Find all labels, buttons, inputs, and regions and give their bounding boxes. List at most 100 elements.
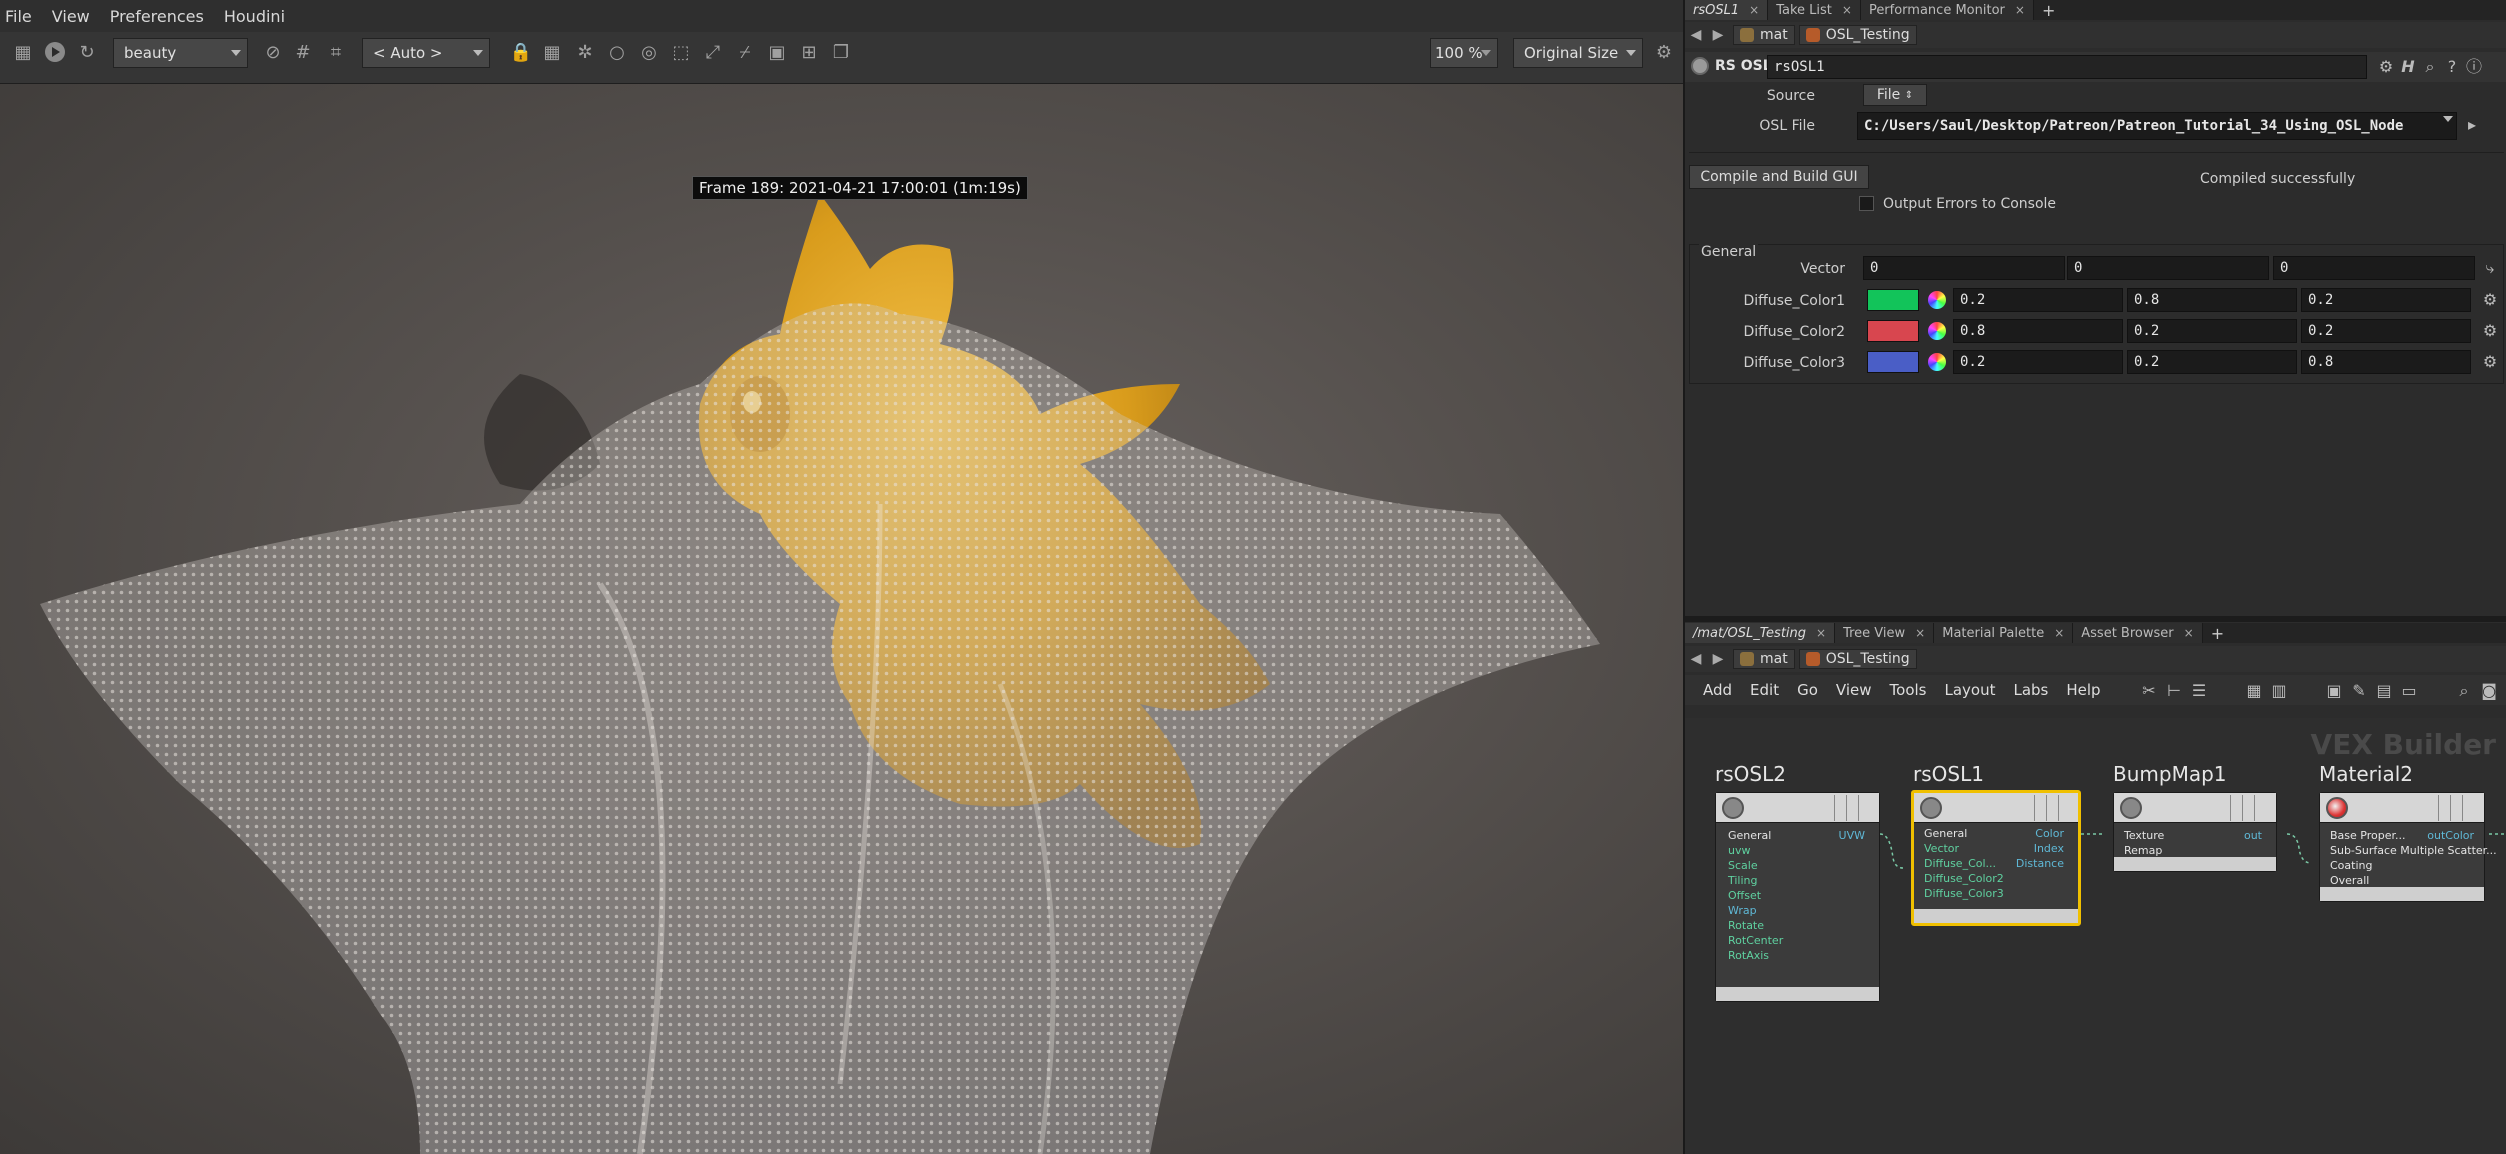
grid-icon[interactable]: #	[292, 41, 314, 63]
menu-preferences[interactable]: Preferences	[110, 7, 204, 26]
port-in-uvw[interactable]: uvw	[1728, 844, 1750, 857]
back-arrow-icon[interactable]: ◀	[1685, 27, 1707, 43]
port-out-distance[interactable]: Distance	[2016, 857, 2064, 870]
forward-arrow-icon[interactable]: ▶	[1707, 651, 1729, 667]
camera-icon[interactable]: ◙	[2480, 682, 2498, 700]
diffuse-color3-g-field[interactable]: 0.2	[2127, 350, 2297, 374]
size-mode-dropdown[interactable]: Original Size	[1513, 38, 1643, 68]
port-in-base-properties[interactable]: Base Proper...	[2330, 829, 2406, 842]
breadcrumb-network[interactable]: OSL_Testing	[1798, 649, 1917, 669]
diffuse-color1-b-field[interactable]: 0.2	[2301, 288, 2471, 312]
menu-help[interactable]: Help	[2066, 681, 2100, 699]
diffuse-color1-g-field[interactable]: 0.8	[2127, 288, 2297, 312]
fit-icon[interactable]: ⤢	[702, 41, 724, 63]
render-play-icon[interactable]	[44, 41, 66, 63]
camera-dropdown[interactable]: < Auto >	[362, 38, 490, 68]
port-in-tiling[interactable]: Tiling	[1728, 874, 1758, 887]
port-in-subsurface[interactable]: Sub-Surface Multiple Scatter...	[2330, 844, 2497, 857]
close-icon[interactable]: ×	[1749, 3, 1759, 17]
tree-icon[interactable]: ⊢	[2165, 682, 2183, 700]
back-arrow-icon[interactable]: ◀	[1685, 651, 1707, 667]
node-name-field[interactable]: rsOSL1	[1767, 55, 2367, 79]
color-wheel-icon[interactable]	[1928, 291, 1946, 309]
image-icon[interactable]: ▣	[766, 41, 788, 63]
port-in-coating[interactable]: Coating	[2330, 859, 2372, 872]
menu-houdini[interactable]: Houdini	[224, 7, 285, 26]
menu-view[interactable]: View	[52, 7, 90, 26]
refresh-icon[interactable]: ↻	[76, 41, 98, 63]
node-bumpmap1[interactable]: Texture out Remap	[2113, 792, 2277, 872]
file-browse-icon[interactable]: ▸	[2463, 116, 2481, 134]
diffuse-color2-g-field[interactable]: 0.2	[2127, 319, 2297, 343]
target-icon[interactable]: ◎	[638, 41, 660, 63]
color-wheel-icon[interactable]	[1928, 353, 1946, 371]
diffuse-color2-b-field[interactable]: 0.2	[2301, 319, 2471, 343]
port-group-general[interactable]: General	[1728, 829, 1771, 842]
tab-take-list[interactable]: Take List ×	[1768, 0, 1861, 20]
port-in-wrap[interactable]: Wrap	[1728, 904, 1757, 917]
folder-icon[interactable]: ▭	[2400, 682, 2418, 700]
crop-icon[interactable]: ⌗	[325, 41, 347, 63]
aov-dropdown[interactable]: beauty	[113, 38, 248, 68]
port-out-outcolor[interactable]: outColor	[2427, 829, 2474, 842]
render-viewport[interactable]: Frame 189: 2021-04-21 17:00:01 (1m:19s)	[0, 84, 1683, 1154]
menu-tools[interactable]: Tools	[1890, 681, 1927, 699]
help-icon[interactable]: ?	[2443, 58, 2461, 76]
columns-icon[interactable]: ▥	[2270, 682, 2288, 700]
image-icon[interactable]: ▣	[2325, 682, 2343, 700]
close-icon[interactable]: ×	[2054, 626, 2064, 640]
tab-rsosl1[interactable]: rsOSL1 ×	[1685, 0, 1769, 20]
diffuse-color1-r-field[interactable]: 0.2	[1953, 288, 2123, 312]
node-rsosl1[interactable]: General Color Vector Index Diffuse_Col..…	[1911, 790, 2081, 926]
background-image-icon[interactable]: ▤	[2375, 682, 2393, 700]
close-icon[interactable]: ×	[1842, 3, 1852, 17]
node-rsosl2[interactable]: General UVW uvw Scale Tiling Offset Wrap…	[1715, 792, 1880, 1002]
zoom-field[interactable]: 100 %	[1430, 38, 1498, 68]
port-in-overall[interactable]: Overall	[2330, 874, 2369, 887]
diffuse-color3-b-field[interactable]: 0.8	[2301, 350, 2471, 374]
menu-view[interactable]: View	[1836, 681, 1872, 699]
tab-network[interactable]: /mat/OSL_Testing ×	[1685, 623, 1836, 643]
bucket-grid-icon[interactable]: ▦	[541, 41, 563, 63]
port-in-diffuse-color1[interactable]: Diffuse_Col...	[1924, 857, 1996, 870]
close-icon[interactable]: ×	[1915, 626, 1925, 640]
tab-tree-view[interactable]: Tree View ×	[1835, 623, 1935, 643]
port-out-color[interactable]: Color	[2035, 827, 2064, 840]
port-in-diffuse-color3[interactable]: Diffuse_Color3	[1924, 887, 2004, 900]
help-h-icon[interactable]: H	[2399, 58, 2417, 76]
search-icon[interactable]: ⌕	[2421, 58, 2439, 76]
menu-file[interactable]: File	[5, 7, 32, 26]
close-icon[interactable]: ×	[2184, 626, 2194, 640]
port-out-index[interactable]: Index	[2034, 842, 2064, 855]
gear-icon[interactable]: ⚙	[2377, 58, 2395, 76]
menu-layout[interactable]: Layout	[1944, 681, 1995, 699]
pane-splitter[interactable]	[1685, 616, 2506, 622]
note-icon[interactable]: ✎	[2350, 682, 2368, 700]
diffuse-color2-swatch[interactable]	[1867, 320, 1919, 342]
network-view[interactable]: VEX Builder rsOSL2 General UVW uvw Scale…	[1685, 718, 2506, 1154]
add-snapshot-icon[interactable]: ⊞	[798, 41, 820, 63]
brush-icon[interactable]: ⌿	[734, 41, 756, 63]
port-in-remap[interactable]: Remap	[2124, 844, 2162, 857]
port-in-vector[interactable]: Vector	[1924, 842, 1959, 855]
vector-x-field[interactable]: 0	[1863, 256, 2065, 280]
menu-add[interactable]: Add	[1703, 681, 1732, 699]
osl-file-field[interactable]: C:/Users/Saul/Desktop/Patreon/Patreon_Tu…	[1857, 112, 2457, 140]
tab-asset-browser[interactable]: Asset Browser ×	[2073, 623, 2203, 643]
tab-performance-monitor[interactable]: Performance Monitor ×	[1860, 0, 2034, 20]
port-out-uvw[interactable]: UVW	[1839, 829, 1865, 842]
menu-go[interactable]: Go	[1797, 681, 1818, 699]
port-out-out[interactable]: out	[2244, 829, 2262, 842]
vector-z-field[interactable]: 0	[2273, 256, 2475, 280]
osl-file-dropdown-arrow[interactable]	[2443, 116, 2453, 122]
breadcrumb-context[interactable]: mat	[1733, 649, 1795, 669]
copy-icon[interactable]: ❐	[830, 41, 852, 63]
snowflake-icon[interactable]: ✲	[574, 41, 596, 63]
list-icon[interactable]: ☰	[2190, 682, 2208, 700]
color-wheel-icon[interactable]	[1928, 322, 1946, 340]
diffuse-color3-swatch[interactable]	[1867, 351, 1919, 373]
gear-icon[interactable]: ⚙	[2481, 322, 2499, 340]
breadcrumb-network[interactable]: OSL_Testing	[1798, 25, 1917, 45]
diffuse-color3-r-field[interactable]: 0.2	[1953, 350, 2123, 374]
port-in-texture[interactable]: Texture	[2124, 829, 2164, 842]
